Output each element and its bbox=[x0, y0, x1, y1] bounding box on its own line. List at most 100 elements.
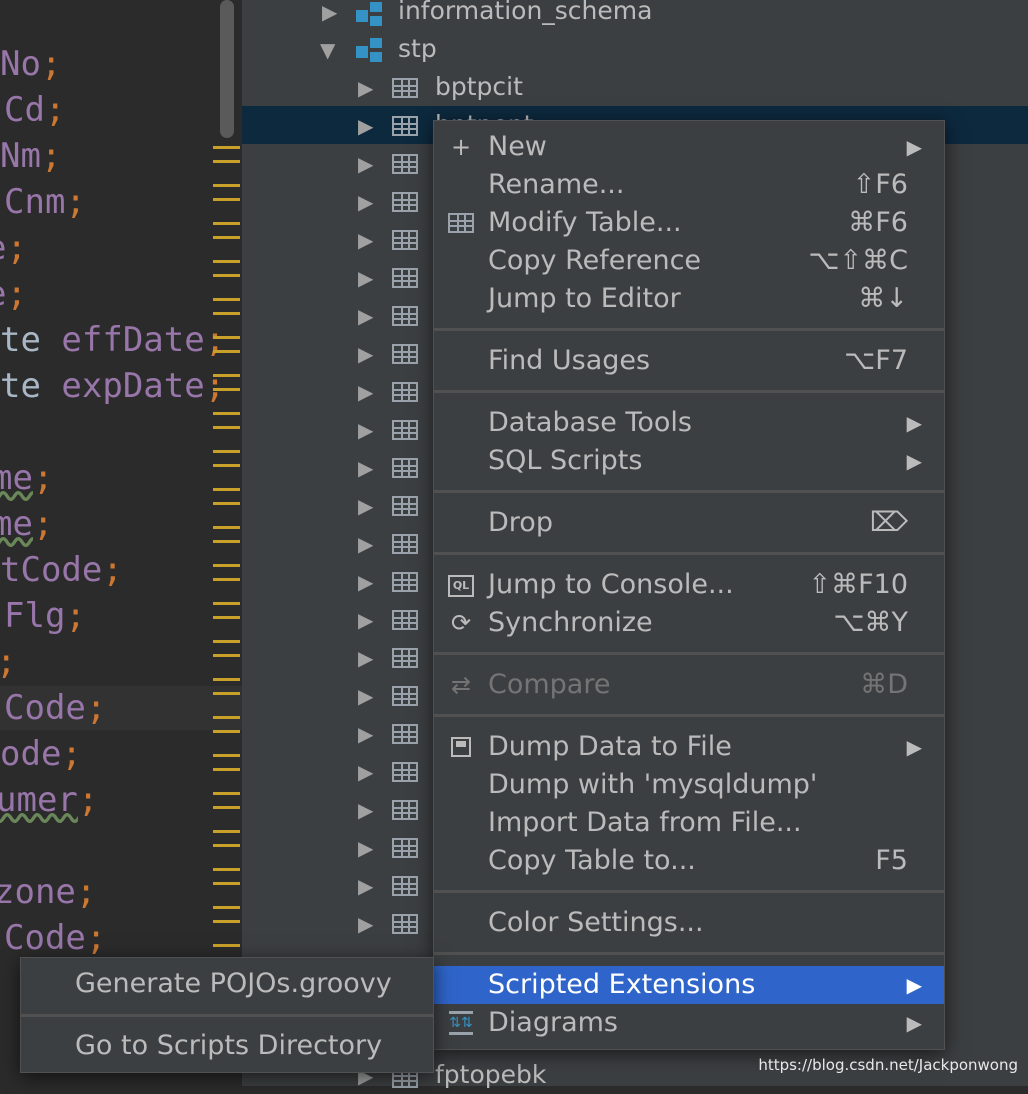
expand-arrow-icon[interactable]: ▶ bbox=[358, 114, 373, 138]
menu-item-synchronize[interactable]: ⟳ Synchronize ⌥⌘Y bbox=[434, 604, 944, 642]
expand-arrow-icon[interactable]: ▶ bbox=[358, 380, 373, 404]
change-marker[interactable] bbox=[213, 464, 240, 467]
expand-arrow-icon[interactable]: ▶ bbox=[358, 304, 373, 328]
expand-arrow-icon[interactable]: ▶ bbox=[358, 912, 373, 936]
tree-node-stp[interactable]: stp bbox=[398, 30, 437, 68]
change-marker[interactable] bbox=[213, 920, 240, 923]
menu-item-new[interactable]: + New ▶ bbox=[434, 128, 944, 166]
change-marker[interactable] bbox=[213, 488, 240, 491]
tree-node-table[interactable]: bptpcit bbox=[435, 68, 523, 106]
change-marker[interactable] bbox=[213, 222, 240, 225]
expand-arrow-icon[interactable]: ▶ bbox=[358, 646, 373, 670]
change-marker[interactable] bbox=[213, 654, 240, 657]
expand-arrow-icon[interactable]: ▶ bbox=[358, 342, 373, 366]
change-marker[interactable] bbox=[213, 602, 240, 605]
change-marker[interactable] bbox=[213, 350, 240, 353]
change-marker[interactable] bbox=[213, 944, 240, 947]
change-marker[interactable] bbox=[213, 716, 240, 719]
change-marker[interactable] bbox=[213, 616, 240, 619]
change-marker[interactable] bbox=[213, 692, 240, 695]
change-marker[interactable] bbox=[213, 198, 240, 201]
change-marker[interactable] bbox=[213, 540, 240, 543]
change-marker[interactable] bbox=[213, 298, 240, 301]
change-marker[interactable] bbox=[213, 844, 240, 847]
change-marker[interactable] bbox=[213, 450, 240, 453]
change-marker[interactable] bbox=[213, 336, 240, 339]
change-marker[interactable] bbox=[213, 806, 240, 809]
expand-arrow-icon[interactable]: ▶ bbox=[358, 152, 373, 176]
menu-item-find-usages[interactable]: Find Usages ⌥F7 bbox=[434, 342, 944, 380]
menu-item-shortcut: ⇧F6 bbox=[852, 169, 908, 200]
expand-arrow-icon[interactable]: ▶ bbox=[358, 456, 373, 480]
submenu-item-generate-pojos[interactable]: Generate POJOs.groovy bbox=[21, 964, 433, 1004]
change-marker[interactable] bbox=[213, 146, 240, 149]
change-marker[interactable] bbox=[213, 184, 240, 187]
menu-item-import-data[interactable]: Import Data from File... bbox=[434, 804, 944, 842]
change-marker[interactable] bbox=[213, 526, 240, 529]
change-marker[interactable] bbox=[213, 754, 240, 757]
scripted-extensions-submenu[interactable]: Generate POJOs.groovy Go to Scripts Dire… bbox=[20, 957, 434, 1073]
expand-arrow-icon[interactable]: ▶ bbox=[358, 760, 373, 784]
menu-item-compare[interactable]: ⇄ Compare ⌘D bbox=[434, 666, 944, 704]
change-marker[interactable] bbox=[213, 906, 240, 909]
expand-arrow-icon[interactable]: ▶ bbox=[358, 722, 373, 746]
expand-arrow-icon[interactable]: ▶ bbox=[358, 570, 373, 594]
expand-arrow-icon[interactable]: ▶ bbox=[358, 494, 373, 518]
submenu-item-go-to-scripts[interactable]: Go to Scripts Directory bbox=[21, 1026, 433, 1066]
expand-arrow-icon[interactable]: ▶ bbox=[358, 418, 373, 442]
change-marker[interactable] bbox=[213, 564, 240, 567]
menu-item-dump-data-to-file[interactable]: Dump Data to File ▶ bbox=[434, 728, 944, 766]
change-marker[interactable] bbox=[213, 502, 240, 505]
change-marker[interactable] bbox=[213, 312, 240, 315]
menu-item-copy-table[interactable]: Copy Table to... F5 bbox=[434, 842, 944, 880]
change-marker[interactable] bbox=[213, 882, 240, 885]
change-marker[interactable] bbox=[213, 274, 240, 277]
change-marker[interactable] bbox=[213, 868, 240, 871]
expand-arrow-icon[interactable]: ▶ bbox=[358, 836, 373, 860]
expand-arrow-icon[interactable]: ▶ bbox=[358, 190, 373, 214]
menu-item-dump-mysqldump[interactable]: Dump with 'mysqldump' bbox=[434, 766, 944, 804]
menu-item-copy-reference[interactable]: Copy Reference ⌥⇧⌘C bbox=[434, 242, 944, 280]
change-marker[interactable] bbox=[213, 578, 240, 581]
change-marker[interactable] bbox=[213, 426, 240, 429]
expand-arrow-icon[interactable]: ▶ bbox=[322, 0, 337, 24]
change-marker[interactable] bbox=[213, 830, 240, 833]
editor-scrollbar[interactable] bbox=[220, 0, 234, 138]
tree-node-table[interactable]: fptopebk bbox=[435, 1056, 546, 1094]
change-marker[interactable] bbox=[213, 730, 240, 733]
expand-arrow-icon[interactable]: ▶ bbox=[358, 798, 373, 822]
change-marker[interactable] bbox=[213, 374, 240, 377]
change-marker[interactable] bbox=[213, 260, 240, 263]
change-marker[interactable] bbox=[213, 792, 240, 795]
expand-arrow-icon[interactable]: ▶ bbox=[358, 532, 373, 556]
menu-item-color-settings[interactable]: Color Settings... bbox=[434, 904, 944, 942]
expand-arrow-icon[interactable]: ▶ bbox=[358, 76, 373, 100]
menu-item-modify-table[interactable]: Modify Table... ⌘F6 bbox=[434, 204, 944, 242]
menu-item-database-tools[interactable]: Database Tools ▶ bbox=[434, 404, 944, 442]
menu-item-sql-scripts[interactable]: SQL Scripts ▶ bbox=[434, 442, 944, 480]
menu-separator bbox=[434, 652, 944, 655]
tree-node-information-schema[interactable]: information_schema bbox=[398, 0, 652, 30]
menu-item-rename[interactable]: Rename... ⇧F6 bbox=[434, 166, 944, 204]
expand-arrow-icon[interactable]: ▶ bbox=[358, 874, 373, 898]
change-marker[interactable] bbox=[213, 640, 240, 643]
change-marker[interactable] bbox=[213, 678, 240, 681]
code-editor[interactable]: No; Cd; Nm; Cnm; e; e; te effDate; te ex… bbox=[0, 0, 242, 1086]
context-menu[interactable]: + New ▶ Rename... ⇧F6 Modify Table... ⌘F… bbox=[433, 120, 945, 1050]
menu-item-diagrams[interactable]: ⇅⇅ Diagrams ▶ bbox=[434, 1004, 944, 1042]
change-marker[interactable] bbox=[213, 412, 240, 415]
change-marker[interactable] bbox=[213, 160, 240, 163]
expand-arrow-icon[interactable]: ▶ bbox=[358, 266, 373, 290]
menu-item-jump-to-console[interactable]: QL Jump to Console... ⇧⌘F10 bbox=[434, 566, 944, 604]
change-marker[interactable] bbox=[213, 388, 240, 391]
menu-item-drop[interactable]: Drop ⌦ bbox=[434, 504, 944, 542]
expand-arrow-icon[interactable]: ▶ bbox=[358, 608, 373, 632]
table-icon bbox=[392, 344, 418, 364]
expand-arrow-icon[interactable]: ▶ bbox=[358, 684, 373, 708]
change-marker[interactable] bbox=[213, 768, 240, 771]
menu-item-scripted-extensions[interactable]: Scripted Extensions ▶ bbox=[434, 966, 944, 1004]
expand-arrow-icon[interactable]: ▶ bbox=[358, 228, 373, 252]
collapse-arrow-icon[interactable]: ▼ bbox=[320, 38, 335, 62]
change-marker[interactable] bbox=[213, 236, 240, 239]
menu-item-jump-to-editor[interactable]: Jump to Editor ⌘↓ bbox=[434, 280, 944, 318]
